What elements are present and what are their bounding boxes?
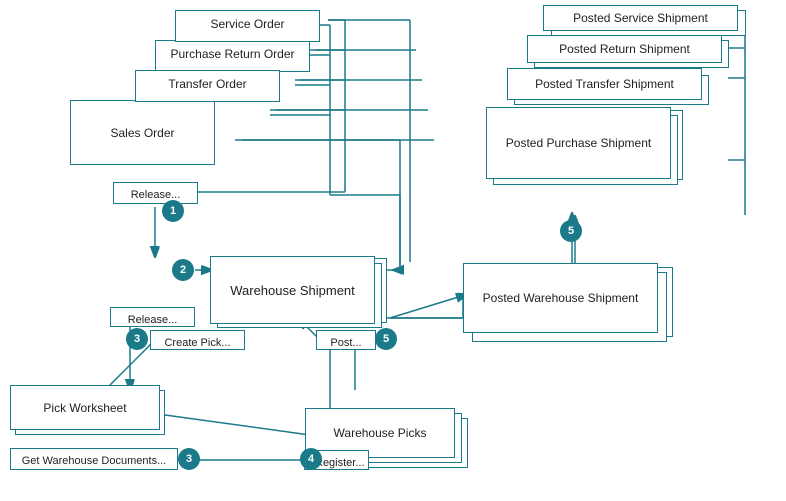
post-button[interactable]: Post... xyxy=(316,330,376,350)
create-pick-label: Create Pick... xyxy=(164,337,230,349)
service-order-box: Service Order xyxy=(175,10,320,42)
posted-purchase-shipment-label: Posted Purchase Shipment xyxy=(506,136,651,150)
purchase-return-order-box: Purchase Return Order xyxy=(155,40,310,72)
warehouse-shipment-box: Warehouse Shipment xyxy=(210,256,375,324)
posted-transfer-shipment-label: Posted Transfer Shipment xyxy=(535,77,674,91)
warehouse-shipment-label: Warehouse Shipment xyxy=(230,283,355,298)
step-5a-circle: 5 xyxy=(375,328,397,350)
register-label: Register... xyxy=(315,457,365,469)
purchase-return-label: Purchase Return Order xyxy=(170,47,294,61)
posted-warehouse-shipment-label: Posted Warehouse Shipment xyxy=(483,291,639,305)
service-order-label: Service Order xyxy=(210,17,284,31)
create-pick-button[interactable]: Create Pick... xyxy=(150,330,245,350)
get-warehouse-docs-button[interactable]: Get Warehouse Documents... xyxy=(10,448,178,470)
posted-return-shipment-label: Posted Return Shipment xyxy=(559,42,690,56)
release-button-3[interactable]: Release... xyxy=(110,307,195,327)
post-label: Post... xyxy=(330,337,361,349)
step-4-circle: 4 xyxy=(300,448,322,470)
step-1-circle: 1 xyxy=(162,200,184,222)
posted-service-shipment-label: Posted Service Shipment xyxy=(573,11,708,25)
transfer-order-label: Transfer Order xyxy=(168,77,246,91)
release-3-label: Release... xyxy=(128,314,178,326)
posted-purchase-shipment-box: Posted Purchase Shipment xyxy=(486,107,671,179)
sales-order-box: Sales Order xyxy=(70,100,215,165)
get-warehouse-docs-label: Get Warehouse Documents... xyxy=(22,455,167,467)
step-3b-circle: 3 xyxy=(178,448,200,470)
posted-transfer-shipment-box: Posted Transfer Shipment xyxy=(507,68,702,100)
pick-worksheet-box: Pick Worksheet xyxy=(10,385,160,430)
transfer-order-box: Transfer Order xyxy=(135,70,280,102)
step-2-circle: 2 xyxy=(172,259,194,281)
warehouse-picks-label: Warehouse Picks xyxy=(334,426,427,440)
diagram-container: Service Order Purchase Return Order Tran… xyxy=(0,0,786,501)
release-button-1[interactable]: Release... xyxy=(113,182,198,204)
pick-worksheet-label: Pick Worksheet xyxy=(43,401,126,415)
posted-service-shipment-box: Posted Service Shipment xyxy=(543,5,738,31)
posted-warehouse-shipment-box: Posted Warehouse Shipment xyxy=(463,263,658,333)
step-5b-circle: 5 xyxy=(560,220,582,242)
sales-order-label: Sales Order xyxy=(110,126,174,140)
posted-return-shipment-box: Posted Return Shipment xyxy=(527,35,722,63)
step-3a-circle: 3 xyxy=(126,328,148,350)
